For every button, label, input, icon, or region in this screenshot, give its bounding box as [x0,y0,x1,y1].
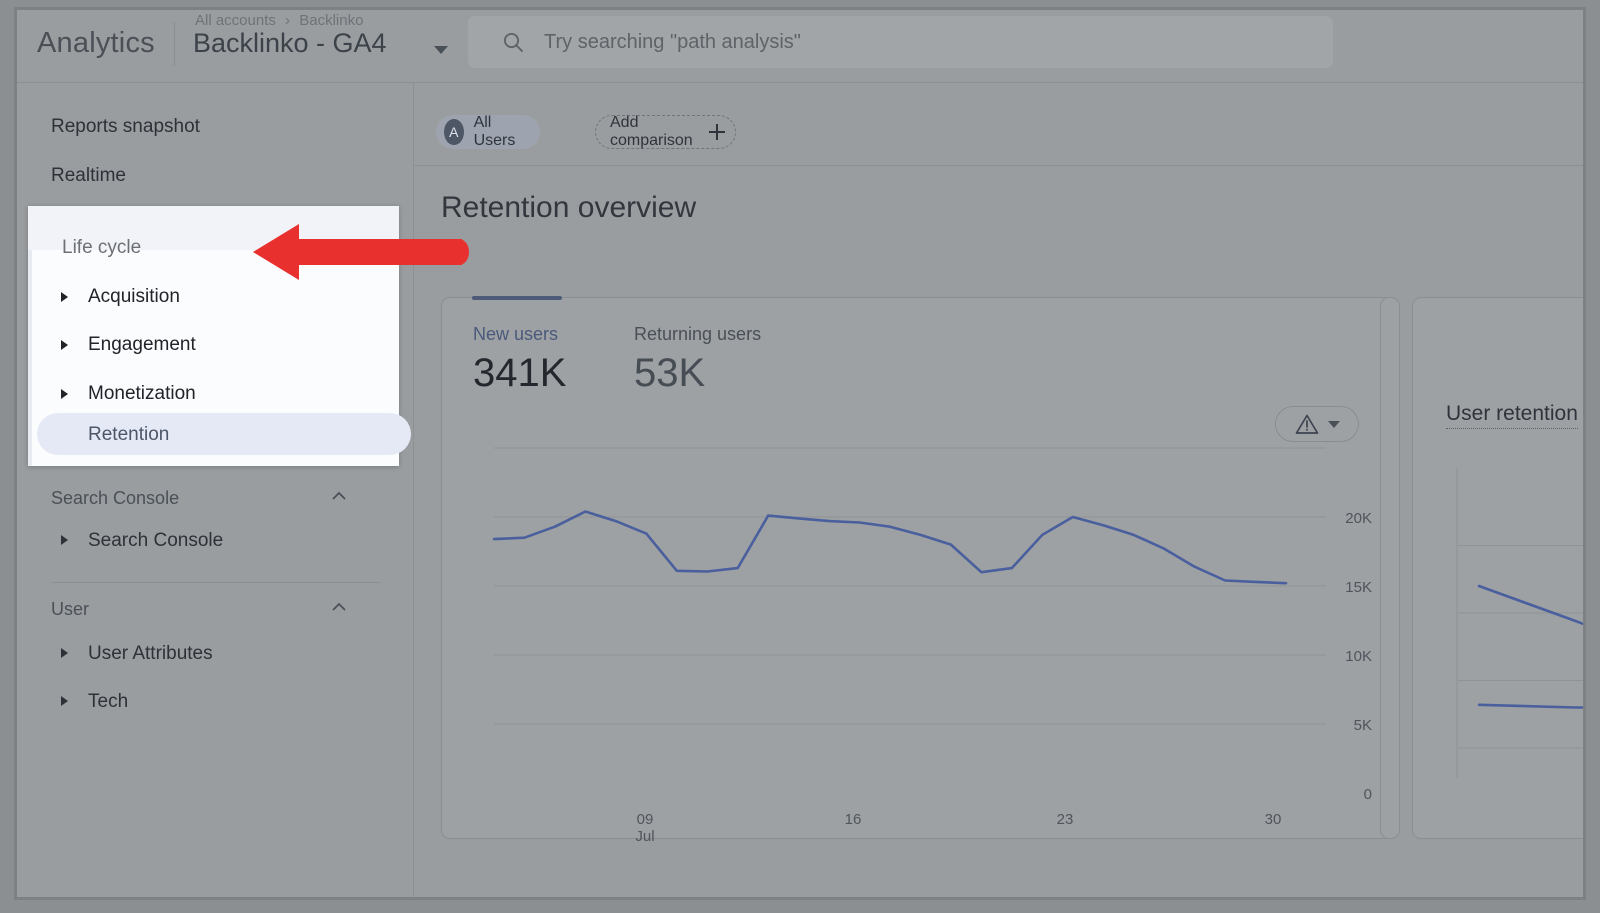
sidebar-item-retention-label: Retention [88,424,169,446]
page-title: Retention overview [441,191,696,225]
active-tab-indicator [472,296,562,300]
y-axis-label: 0 [1326,786,1372,803]
y-axis-label: 5K [1326,717,1372,734]
expand-arrow-icon[interactable] [61,340,68,350]
new-users-line-chart [460,434,1326,784]
avatar: A [444,119,464,145]
expand-arrow-icon[interactable] [61,292,68,302]
expand-arrow-icon[interactable] [61,389,68,399]
metric-returning-users: Returning users 53K [634,324,761,396]
sidebar-item-user-attributes[interactable]: User Attributes [88,643,213,665]
sidebar-section-search-console[interactable]: Search Console [51,488,179,509]
adjacent-card-edge [1380,297,1400,839]
metric-value: 341K [473,351,566,396]
all-users-chip[interactable]: A All Users [436,115,540,149]
breadcrumb-root[interactable]: All accounts [195,12,276,29]
sidebar-item-realtime[interactable]: Realtime [51,165,126,187]
sidebar-section-user[interactable]: User [51,599,89,620]
search-icon [501,30,525,54]
comparison-bar-rule [414,165,1583,166]
y-axis-label: 10K [1326,648,1372,665]
y-axis-label: 20K [1326,510,1372,527]
expand-arrow-icon[interactable] [61,535,68,545]
metric-label: Returning users [634,324,761,344]
all-users-label: All Users [474,114,522,150]
breadcrumb-current[interactable]: Backlinko [299,12,363,29]
annotation-arrow-icon [253,222,469,282]
plus-icon [709,124,721,140]
metric-label: New users [473,324,558,344]
header-divider [174,22,175,66]
x-axis-label: 30 [1248,811,1298,828]
sidebar-divider [51,582,381,583]
search-bar[interactable] [468,16,1333,68]
main-content: A All Users Add comparison Retention ove… [414,83,1583,897]
chevron-down-icon [1328,421,1340,428]
x-axis-label: 09Jul [620,811,670,845]
sidebar-item-search-console[interactable]: Search Console [88,530,223,552]
chevron-down-icon[interactable] [434,46,448,54]
sidebar-item-reports-snapshot[interactable]: Reports snapshot [51,116,200,138]
expand-arrow-icon[interactable] [61,648,68,658]
chevron-up-icon[interactable] [330,598,348,616]
app-header: Analytics All accounts › Backlinko Backl… [17,10,1583,82]
x-axis-label: 23 [1040,811,1090,828]
user-retention-card: User retention 09Jul [1412,297,1586,839]
chevron-up-icon[interactable] [330,487,348,505]
breadcrumb[interactable]: All accounts › Backlinko [195,12,363,29]
y-axis-label: 15K [1326,579,1372,596]
user-retention-title: User retention [1446,402,1578,429]
sidebar-item-engagement[interactable]: Engagement [88,334,196,356]
user-retention-line-chart [1429,448,1586,788]
warning-triangle-icon [1295,413,1319,435]
analytics-app: Analytics All accounts › Backlinko Backl… [17,10,1583,897]
metric-value: 53K [634,351,761,396]
sidebar-item-monetization[interactable]: Monetization [88,383,196,405]
search-input[interactable] [544,29,1304,55]
new-users-card: New users 341K Returning users 53K [441,297,1392,839]
breadcrumb-separator: › [285,12,290,29]
add-comparison-label: Add comparison [610,114,697,150]
property-selector[interactable]: Backlinko - GA4 [193,28,387,59]
expand-arrow-icon[interactable] [61,696,68,706]
x-axis-label: 16 [828,811,878,828]
metric-new-users: New users 341K [473,324,566,396]
sidebar-item-tech[interactable]: Tech [88,691,128,713]
browser-frame: Analytics All accounts › Backlinko Backl… [14,7,1586,900]
add-comparison-button[interactable]: Add comparison [595,115,736,149]
analytics-logo[interactable]: Analytics [37,27,155,60]
sidebar-item-acquisition[interactable]: Acquisition [88,286,180,308]
sidebar-section-life-cycle[interactable]: Life cycle [62,237,141,259]
